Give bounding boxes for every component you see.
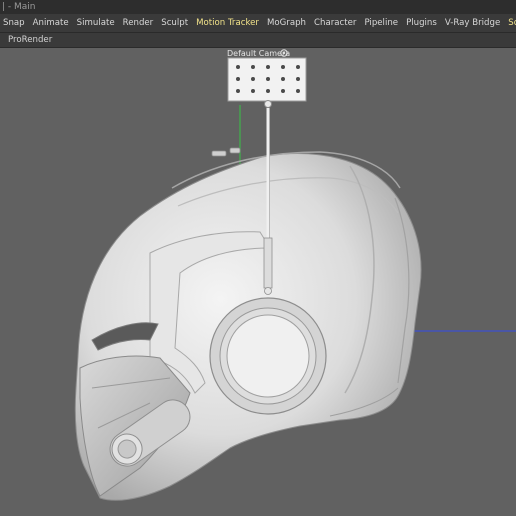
ear-disc-inner xyxy=(226,314,310,398)
menu-item-pipeline[interactable]: Pipeline xyxy=(360,14,402,32)
menu-item-animate[interactable]: Animate xyxy=(29,14,73,32)
rig-rod-sleeve xyxy=(263,237,273,289)
rig-rod-end xyxy=(264,287,272,295)
menu-item-render[interactable]: Render xyxy=(119,14,158,32)
top-vent xyxy=(211,150,227,157)
menu-item-character[interactable]: Character xyxy=(310,14,360,32)
menu-item-motion-tracker[interactable]: Motion Tracker xyxy=(192,14,263,32)
menu-item-plugins[interactable]: Plugins xyxy=(402,14,441,32)
camera-link-icon[interactable] xyxy=(280,49,288,57)
helmet-model[interactable] xyxy=(74,147,422,501)
main-menubar: Snap Animate Simulate Render Sculpt Motion Tr… xyxy=(0,14,516,33)
3d-viewport[interactable]: Default Camera xyxy=(0,48,516,516)
menu-item-v-ray-bridge[interactable]: V-Ray Bridge xyxy=(441,14,504,32)
rig-joint xyxy=(264,100,272,108)
menu-item-snap[interactable]: Snap xyxy=(0,14,29,32)
prorender-tab[interactable]: ProRender xyxy=(8,33,52,47)
menu-item-simulate[interactable]: Simulate xyxy=(73,14,119,32)
viewport-scene xyxy=(74,57,516,501)
top-vent-2 xyxy=(229,147,241,154)
menu-item-script[interactable]: Script xyxy=(504,14,516,32)
menu-item-sculpt[interactable]: Sculpt xyxy=(157,14,192,32)
menu-item-mograph[interactable]: MoGraph xyxy=(263,14,310,32)
window-titlebar: | - Main xyxy=(0,0,516,14)
secondary-toolbar: ProRender xyxy=(0,33,516,48)
window-title: | - Main xyxy=(2,2,36,12)
